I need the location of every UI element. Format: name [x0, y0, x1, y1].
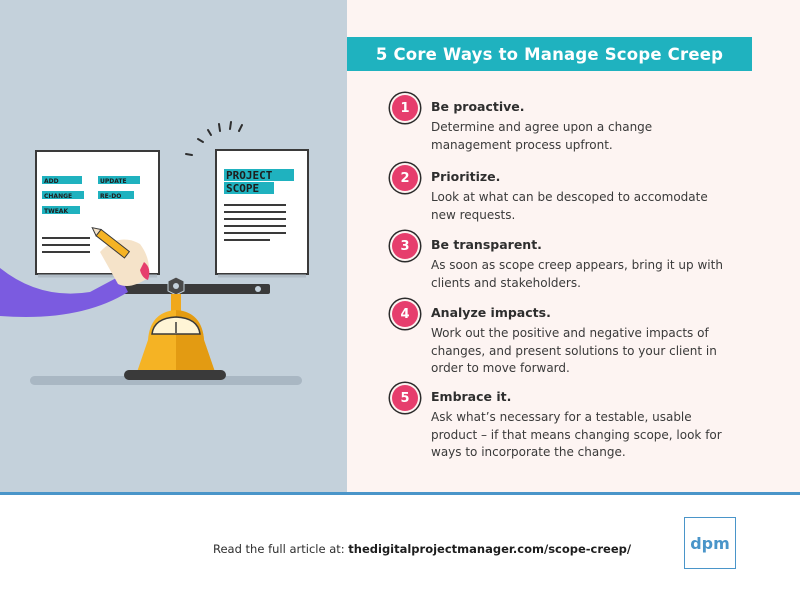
item-description: Look at what can be descoped to accomoda… — [431, 190, 708, 222]
logo-text: dpm — [690, 533, 730, 553]
hand — [100, 239, 149, 286]
project-label: PROJECT — [226, 169, 273, 182]
tag-update: UPDATE — [100, 178, 127, 185]
dpm-logo: dpm — [684, 517, 736, 569]
scope-label: SCOPE — [226, 182, 259, 195]
item-description: Ask what’s necessary for a testable, usa… — [431, 410, 722, 459]
number-badge: 3 — [392, 233, 418, 259]
item-description: Work out the positive and negative impac… — [431, 326, 717, 375]
scale-illustration: ADD UPDATE CHANGE RE-DO TWEAK PROJECT SC… — [0, 121, 309, 385]
article-link[interactable]: thedigitalprojectmanager.com/scope-creep… — [348, 542, 631, 556]
item-title: Be transparent. — [431, 237, 542, 252]
number-badge: 5 — [392, 385, 418, 411]
footer-text: Read the full article at: thedigitalproj… — [213, 542, 631, 556]
page-title: 5 Core Ways to Manage Scope Creep — [347, 37, 752, 71]
number-badge: 1 — [392, 95, 418, 121]
tag-add: ADD — [44, 178, 59, 185]
item-title: Prioritize. — [431, 169, 501, 184]
footer-prefix: Read the full article at: — [213, 542, 349, 556]
number-badge: 2 — [392, 165, 418, 191]
scale-base — [124, 370, 226, 380]
item-title: Be proactive. — [431, 99, 525, 114]
number-badge: 4 — [392, 301, 418, 327]
tag-redo: RE-DO — [100, 193, 121, 200]
item-title: Analyze impacts. — [431, 305, 551, 320]
item-description: As soon as scope creep appears, bring it… — [431, 258, 723, 290]
item-title: Embrace it. — [431, 389, 512, 404]
scale-beam — [118, 284, 270, 294]
tag-change: CHANGE — [44, 193, 72, 200]
item-description: Determine and agree upon a change manage… — [431, 120, 653, 152]
tag-tweak: TWEAK — [44, 208, 68, 215]
